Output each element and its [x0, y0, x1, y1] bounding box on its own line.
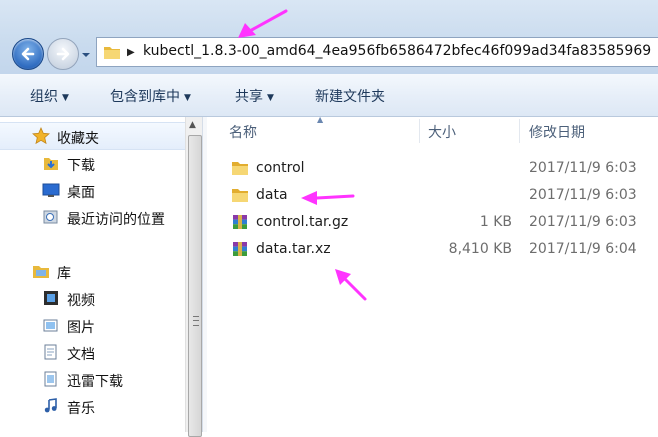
- file-date: 2017/11/9 6:04: [529, 241, 637, 257]
- annotation-arrow-icon: [335, 269, 367, 301]
- file-list: ▲ 名称 大小 修改日期 control 2017/11/9 6:03 data…: [207, 115, 658, 432]
- new-folder-label: 新建文件夹: [315, 89, 385, 105]
- file-date: 2017/11/9 6:03: [529, 160, 637, 176]
- desktop-icon: [42, 183, 60, 197]
- grip-icon: [193, 316, 199, 326]
- nav-item-label: 音乐: [67, 401, 95, 417]
- back-button[interactable]: [12, 38, 44, 70]
- nav-libraries-label: 库: [57, 266, 71, 282]
- file-name: control: [256, 160, 305, 176]
- library-icon: [33, 266, 49, 278]
- nav-item-thunder-download[interactable]: 迅雷下载: [0, 366, 185, 392]
- file-name: data: [256, 187, 288, 203]
- thunder-download-icon: [44, 371, 57, 387]
- column-divider[interactable]: [519, 119, 520, 143]
- nav-item-label: 文档: [67, 347, 95, 363]
- nav-item-documents[interactable]: 文档: [0, 339, 185, 365]
- nav-item-pictures[interactable]: 图片: [0, 312, 185, 338]
- nav-libraries[interactable]: 库: [0, 258, 185, 284]
- chevron-down-icon: ▼: [267, 93, 274, 103]
- new-folder-button[interactable]: 新建文件夹: [315, 86, 385, 106]
- file-name: data.tar.xz: [256, 241, 331, 257]
- download-folder-icon: [44, 158, 58, 170]
- nav-item-label: 最近访问的位置: [67, 212, 165, 228]
- share-menu[interactable]: 共享 ▼: [235, 86, 274, 106]
- sort-ascending-icon: ▲: [317, 115, 324, 124]
- music-library-icon: [44, 398, 57, 413]
- folder-icon: [104, 47, 120, 59]
- nav-item-label: 下载: [67, 158, 95, 174]
- documents-library-icon: [44, 344, 57, 360]
- nav-favorites[interactable]: 收藏夹: [0, 122, 185, 150]
- folder-icon: [232, 189, 248, 202]
- nav-scrollbar[interactable]: ▲: [185, 117, 203, 437]
- file-date: 2017/11/9 6:03: [529, 187, 637, 203]
- nav-item-label: 视频: [67, 293, 95, 309]
- pictures-library-icon: [43, 319, 58, 332]
- file-row[interactable]: data.tar.xz 8,410 KB 2017/11/9 6:04: [207, 236, 658, 263]
- folder-icon: [232, 162, 248, 175]
- nav-item-desktop[interactable]: 桌面: [0, 177, 185, 203]
- command-toolbar: 组织 ▼ 包含到库中 ▼ 共享 ▼ 新建文件夹: [0, 74, 658, 117]
- star-icon: [32, 127, 50, 145]
- column-divider[interactable]: [419, 119, 420, 143]
- share-label: 共享: [235, 89, 263, 105]
- organize-menu[interactable]: 组织 ▼: [30, 86, 69, 106]
- annotation-arrow-icon: [301, 191, 355, 205]
- archive-icon: [233, 242, 247, 256]
- include-library-menu[interactable]: 包含到库中 ▼: [110, 86, 191, 106]
- breadcrumb-chevron-icon[interactable]: ▶: [127, 47, 135, 58]
- forward-button[interactable]: [47, 38, 79, 70]
- address-path[interactable]: kubectl_1.8.3-00_amd64_4ea956fb6586472bf…: [143, 43, 651, 59]
- arrow-left-icon: [21, 47, 35, 61]
- file-row[interactable]: data 2017/11/9 6:03: [207, 182, 658, 209]
- navigation-pane: 收藏夹 下载 桌面 最近访问的位置 库 视频 图片 文档 迅雷下载 音乐: [0, 117, 185, 432]
- scroll-up-icon[interactable]: ▲: [189, 120, 196, 130]
- arrow-right-icon: [56, 47, 70, 61]
- column-header-name[interactable]: 名称: [229, 122, 257, 148]
- nav-item-label: 迅雷下载: [67, 374, 123, 390]
- file-date: 2017/11/9 6:03: [529, 214, 637, 230]
- file-size: 1 KB: [479, 214, 512, 230]
- nav-item-downloads[interactable]: 下载: [0, 150, 185, 176]
- video-library-icon: [44, 291, 58, 305]
- file-name: control.tar.gz: [256, 214, 349, 230]
- nav-item-label: 桌面: [67, 185, 95, 201]
- explorer-titlebar: ▶ kubectl_1.8.3-00_amd64_4ea956fb6586472…: [0, 0, 658, 74]
- address-bar[interactable]: ▶ kubectl_1.8.3-00_amd64_4ea956fb6586472…: [96, 37, 658, 67]
- recent-pages-dropdown-icon[interactable]: [80, 50, 92, 60]
- organize-label: 组织: [30, 89, 58, 105]
- nav-item-label: 图片: [67, 320, 95, 336]
- nav-item-videos[interactable]: 视频: [0, 285, 185, 311]
- scrollbar-thumb[interactable]: [188, 135, 202, 437]
- file-row[interactable]: control.tar.gz 1 KB 2017/11/9 6:03: [207, 209, 658, 236]
- annotation-arrow-icon: [238, 9, 288, 38]
- include-library-label: 包含到库中: [110, 89, 180, 105]
- archive-icon: [233, 215, 247, 229]
- nav-favorites-label: 收藏夹: [57, 131, 99, 147]
- chevron-down-icon: ▼: [62, 93, 69, 103]
- file-size: 8,410 KB: [448, 241, 512, 257]
- nav-item-recent-places[interactable]: 最近访问的位置: [0, 204, 185, 230]
- column-header-size[interactable]: 大小: [428, 122, 456, 148]
- nav-item-music[interactable]: 音乐: [0, 393, 185, 419]
- file-row[interactable]: control 2017/11/9 6:03: [207, 155, 658, 182]
- column-header-modified[interactable]: 修改日期: [529, 122, 585, 148]
- recent-places-icon: [43, 210, 58, 224]
- chevron-down-icon: ▼: [184, 93, 191, 103]
